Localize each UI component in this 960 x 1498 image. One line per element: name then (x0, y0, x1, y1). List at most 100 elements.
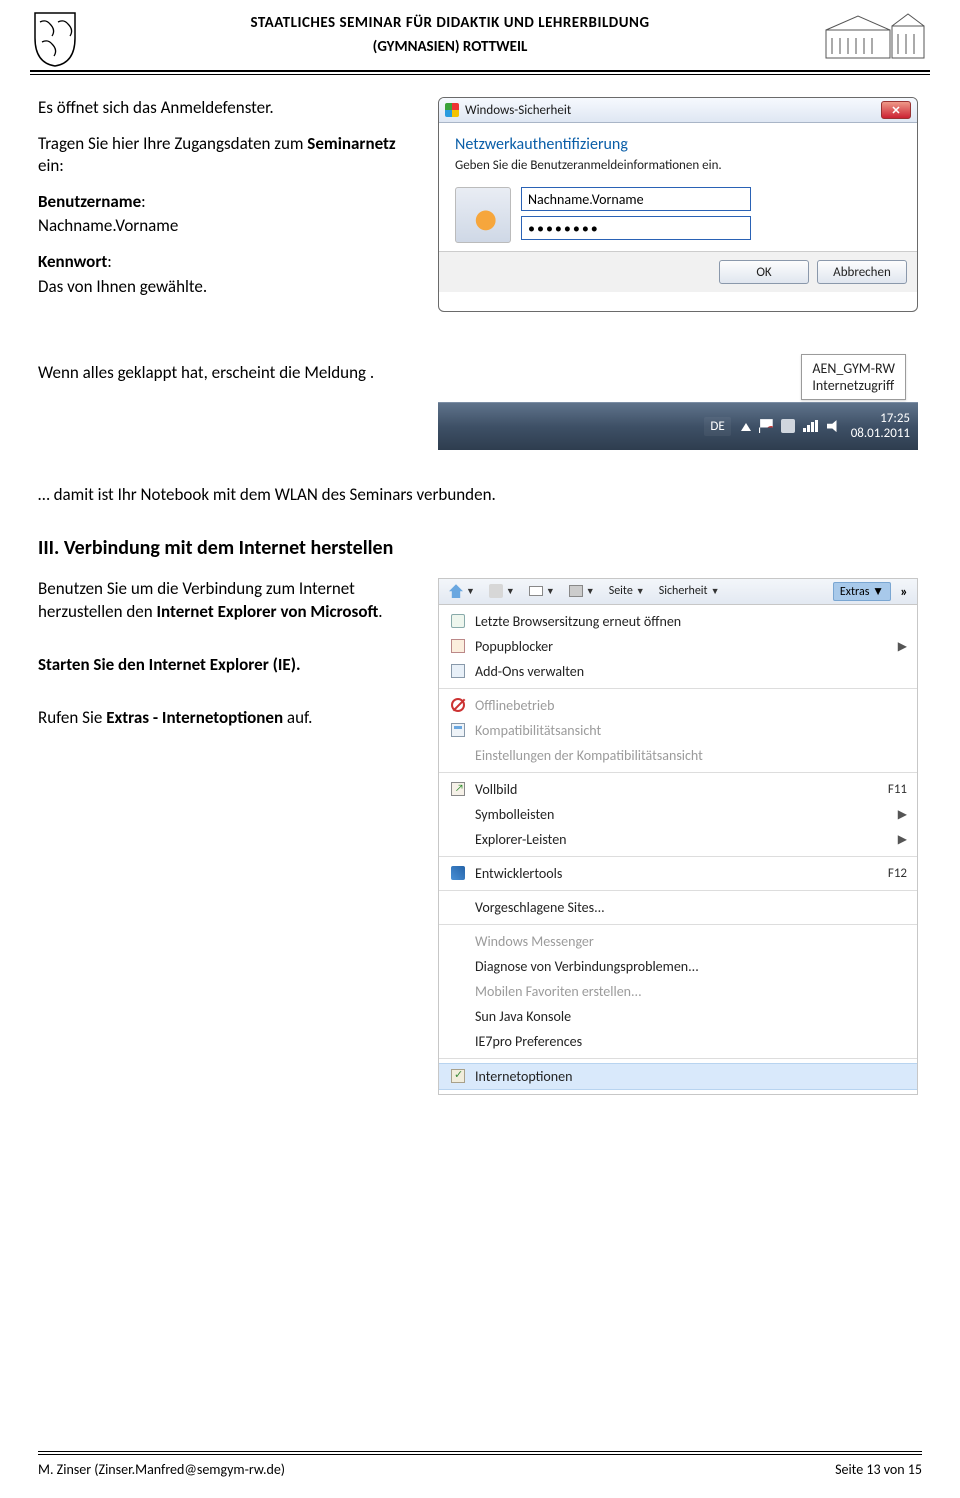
compat-icon (449, 723, 467, 737)
menu-separator (439, 924, 917, 925)
connected-text: … damit ist Ihr Notebook mit dem WLAN de… (38, 484, 922, 506)
intro-p3: Benutzername: (38, 191, 408, 213)
menu-item-label: IE7pro Preferences (475, 1033, 907, 1050)
menu-item[interactable]: Vorgeschlagene Sites... (439, 895, 917, 920)
opt-icon (449, 1069, 467, 1083)
hist-icon (449, 614, 467, 628)
windows-security-dialog: Windows-Sicherheit ✕ Netzwerkauthentifiz… (438, 97, 918, 312)
menu-item[interactable]: Diagnose von Verbindungsproblemen... (439, 954, 917, 979)
credential-image (455, 187, 511, 243)
menu-item: Mobilen Favoriten erstellen... (439, 979, 917, 1004)
menu-item[interactable]: Internetoptionen (439, 1063, 917, 1090)
intro-p1: Es öffnet sich das Anmeldefenster. (38, 97, 408, 119)
menu-item[interactable]: Symbolleisten ▶ (439, 802, 917, 827)
intro-p4: Kennwort: (38, 251, 408, 273)
header-title-2: (GYMNASIEN) ROTTWEIL (94, 38, 806, 56)
print-icon (569, 585, 583, 597)
submenu-arrow-icon: ▶ (898, 832, 907, 847)
mail-button[interactable]: ▼ (525, 584, 559, 599)
menu-item[interactable]: Popupblocker ▶ (439, 634, 917, 659)
wifi-tooltip: AEN_GYM-RW Internetzugriff (801, 354, 906, 400)
menu-item[interactable]: Sun Java Konsole (439, 1004, 917, 1029)
home-button[interactable]: ▼ (445, 582, 479, 600)
print-button[interactable]: ▼ (565, 583, 599, 599)
rss-button[interactable]: ▼ (485, 582, 519, 600)
footer-left: M. Zinser (Zinser.Manfred@semgym-rw.de) (38, 1461, 285, 1478)
menu-separator (439, 856, 917, 857)
rss-icon (489, 584, 503, 598)
menu-item-label: Vorgeschlagene Sites... (475, 899, 907, 916)
footer: M. Zinser (Zinser.Manfred@semgym-rw.de) … (0, 1451, 960, 1478)
clock[interactable]: 17:25 08.01.2011 (851, 411, 910, 442)
row2-text: Wenn alles geklappt hat, erscheint die M… (38, 362, 408, 450)
submenu-arrow-icon: ▶ (898, 807, 907, 822)
menu-item: Kompatibilitätsansicht (439, 718, 917, 743)
menu-item[interactable]: Explorer-Leisten ▶ (439, 827, 917, 852)
tooltip-line1: AEN_GYM-RW (812, 360, 895, 377)
sec3-p3: Rufen Sie Extras - Internetoptionen auf. (38, 707, 408, 730)
header-title-1: STAATLICHES SEMINAR FÜR DIDAKTIK UND LEH… (94, 14, 806, 32)
tooltip-line2: Internetzugriff (812, 377, 895, 394)
home-icon (449, 584, 463, 598)
username-input[interactable]: Nachname.Vorname (521, 187, 751, 211)
cancel-button[interactable]: Abbrechen (817, 260, 907, 284)
menu-item[interactable]: Vollbild F11 (439, 777, 917, 802)
menu-item-label: Windows Messenger (475, 933, 907, 950)
mail-icon (529, 586, 543, 596)
submenu-arrow-icon: ▶ (898, 639, 907, 654)
seite-button[interactable]: Seite▼ (605, 582, 649, 600)
menu-item-label: Entwicklertools (475, 865, 880, 882)
wifi-icon[interactable] (803, 420, 819, 432)
menu-separator (439, 688, 917, 689)
tray-up-icon[interactable] (741, 421, 751, 431)
popup-icon (449, 639, 467, 653)
menu-item[interactable]: EntwicklertoolsF12 (439, 861, 917, 886)
menu-item-label: Einstellungen der Kompatibilitätsansicht (475, 747, 907, 764)
ie-toolbar: ▼ ▼ ▼ ▼ Seite▼ Sicherheit▼ Extras ▼ » (439, 579, 917, 605)
taskbar: DE 17:25 08.01.2011 (438, 402, 918, 450)
building-icon (820, 8, 930, 64)
crest-icon (30, 8, 80, 68)
extras-button[interactable]: Extras ▼ (833, 582, 891, 601)
intro-p3b: Nachname.Vorname (38, 215, 408, 237)
page-header: STAATLICHES SEMINAR FÜR DIDAKTIK UND LEH… (0, 0, 960, 68)
menu-item-label: Diagnose von Verbindungsproblemen... (475, 958, 907, 975)
menu-item-label: Symbolleisten (475, 806, 890, 823)
section-3-heading: III. Verbindung mit dem Internet herstel… (38, 536, 922, 560)
menu-item-label: Explorer-Leisten (475, 831, 890, 848)
menu-item-label: Vollbild (475, 781, 880, 798)
power-icon[interactable] (781, 419, 795, 433)
intro-p4b: Das von Ihnen gewählte. (38, 276, 408, 298)
menu-item-label: Sun Java Konsole (475, 1008, 907, 1025)
ok-button[interactable]: OK (719, 260, 809, 284)
dialog-subtext: Geben Sie die Benutzeranmeldeinformation… (455, 158, 901, 173)
sec3-p2: Starten Sie den Internet Explorer (IE). (38, 654, 408, 677)
menu-item[interactable]: Letzte Browsersitzung erneut öffnen (439, 609, 917, 634)
menu-item: Windows Messenger (439, 929, 917, 954)
menu-item: Offlinebetrieb (439, 693, 917, 718)
dialog-title: Windows-Sicherheit (465, 103, 875, 118)
menu-item[interactable]: Add-Ons verwalten (439, 659, 917, 684)
dialog-heading: Netzwerkauthentifizierung (455, 135, 901, 154)
sicherheit-button[interactable]: Sicherheit▼ (655, 582, 724, 600)
menu-item-label: Letzte Browsersitzung erneut öffnen (475, 613, 907, 630)
lang-indicator[interactable]: DE (704, 417, 730, 436)
volume-icon[interactable] (827, 420, 841, 432)
menu-shortcut: F11 (888, 782, 907, 797)
password-input[interactable]: •••••••• (521, 216, 751, 240)
dev-icon (449, 866, 467, 880)
addon-icon (449, 664, 467, 678)
menu-item-label: Offlinebetrieb (475, 697, 907, 714)
menu-item-label: Popupblocker (475, 638, 890, 655)
menu-item: Einstellungen der Kompatibilitätsansicht (439, 743, 917, 768)
header-rule-1 (30, 70, 930, 72)
ie-extras-menu: ▼ ▼ ▼ ▼ Seite▼ Sicherheit▼ Extras ▼ » Le… (438, 578, 918, 1095)
chevron-icon[interactable]: » (897, 583, 911, 600)
menu-item[interactable]: IE7pro Preferences (439, 1029, 917, 1054)
menu-item-label: Kompatibilitätsansicht (475, 722, 907, 739)
menu-item-label: Mobilen Favoriten erstellen... (475, 983, 907, 1000)
action-center-icon[interactable] (759, 419, 773, 433)
intro-text: Es öffnet sich das Anmeldefenster. Trage… (38, 97, 408, 312)
intro-p2: Tragen Sie hier Ihre Zugangsdaten zum Se… (38, 133, 408, 177)
close-button[interactable]: ✕ (881, 101, 911, 119)
